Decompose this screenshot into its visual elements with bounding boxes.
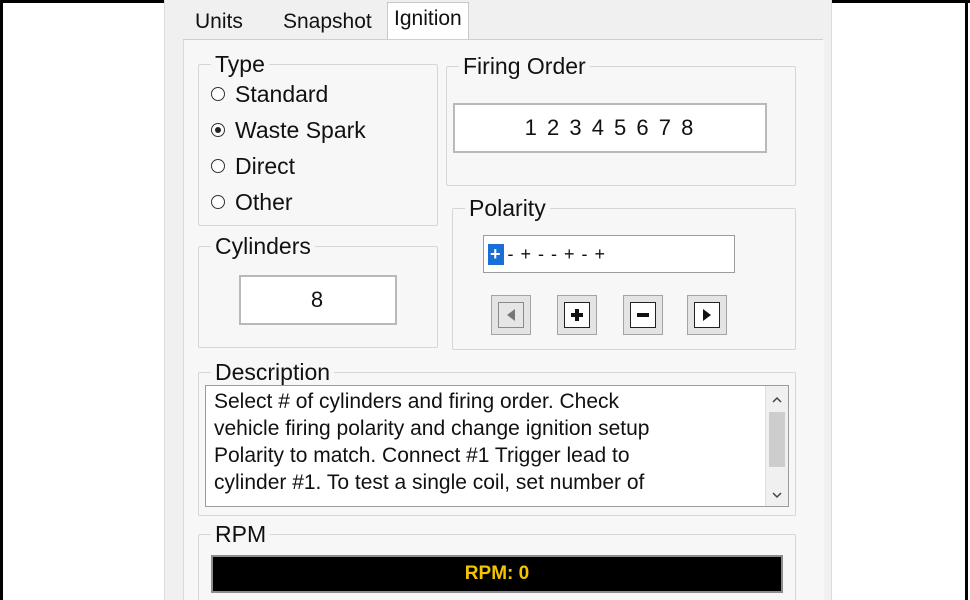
rpm-group: RPM RPM: 0: [198, 520, 796, 600]
settings-panel: Units Snapshot Ignition Type Standard Wa…: [164, 0, 832, 600]
scroll-thumb[interactable]: [769, 412, 785, 467]
firing-order-field[interactable]: 1 2 3 4 5 6 7 8: [453, 103, 767, 153]
type-group: Type Standard Waste Spark Direct Other: [198, 50, 438, 226]
tab-snapshot[interactable]: Snapshot: [277, 6, 378, 38]
cylinders-field[interactable]: 8: [239, 275, 397, 325]
polarity-field[interactable]: + - + - - + - +: [483, 235, 735, 273]
polarity-selected-char: +: [488, 243, 504, 265]
description-line: cylinder #1. To test a single coil, set …: [214, 471, 645, 494]
polarity-group: Polarity + - + - - + - +: [452, 194, 796, 350]
description-line: vehicle firing polarity and change ignit…: [214, 417, 650, 440]
cylinders-group: Cylinders 8: [198, 232, 438, 348]
firing-order-title: Firing Order: [459, 52, 590, 80]
radio-standard-indicator[interactable]: [211, 87, 225, 101]
tab-ignition[interactable]: Ignition: [387, 2, 469, 41]
polarity-minus-inner: [630, 302, 656, 328]
radio-standard[interactable]: Standard: [211, 79, 328, 109]
minus-icon: [637, 313, 649, 317]
window-frame-right: [965, 0, 968, 600]
description-scrollbar[interactable]: [765, 386, 788, 506]
polarity-left-inner: [498, 302, 524, 328]
tab-units[interactable]: Units: [189, 6, 249, 38]
polarity-right-button[interactable]: [687, 295, 727, 335]
description-group: Description Select # of cylinders and fi…: [198, 358, 796, 516]
rpm-title: RPM: [211, 520, 271, 548]
window-frame-left: [0, 0, 3, 600]
radio-direct[interactable]: Direct: [211, 151, 295, 181]
description-text: Select # of cylinders and firing order. …: [214, 388, 754, 496]
polarity-plus-button[interactable]: [557, 295, 597, 335]
radio-waste-spark-label: Waste Spark: [235, 116, 366, 143]
polarity-plus-inner: [564, 302, 590, 328]
description-textarea[interactable]: Select # of cylinders and firing order. …: [205, 385, 789, 507]
radio-standard-label: Standard: [235, 80, 329, 107]
radio-other[interactable]: Other: [211, 187, 293, 217]
cylinders-title: Cylinders: [211, 232, 315, 260]
polarity-title: Polarity: [465, 194, 550, 222]
polarity-left-button[interactable]: [491, 295, 531, 335]
radio-direct-indicator[interactable]: [211, 159, 225, 173]
radio-direct-label: Direct: [235, 152, 296, 179]
description-line: Select # of cylinders and firing order. …: [214, 390, 620, 413]
polarity-right-inner: [694, 302, 720, 328]
left-arrow-icon: [507, 309, 515, 321]
radio-other-label: Other: [235, 188, 293, 215]
type-group-title: Type: [211, 50, 269, 78]
description-line: Polarity to match. Connect #1 Trigger le…: [214, 444, 630, 467]
rpm-readout: RPM: 0: [211, 555, 783, 593]
chevron-down-icon[interactable]: [766, 484, 788, 506]
polarity-sequence: - + - - + - +: [507, 243, 607, 264]
right-arrow-icon: [703, 309, 711, 321]
polarity-minus-button[interactable]: [623, 295, 663, 335]
radio-waste-spark-indicator[interactable]: [211, 123, 225, 137]
plus-icon: [571, 309, 583, 321]
description-title: Description: [211, 358, 335, 386]
firing-order-group: Firing Order 1 2 3 4 5 6 7 8: [446, 52, 796, 186]
ignition-tab-content: Type Standard Waste Spark Direct Other F…: [183, 40, 824, 600]
chevron-up-icon[interactable]: [766, 388, 788, 410]
radio-other-indicator[interactable]: [211, 195, 225, 209]
radio-waste-spark[interactable]: Waste Spark: [211, 115, 366, 145]
